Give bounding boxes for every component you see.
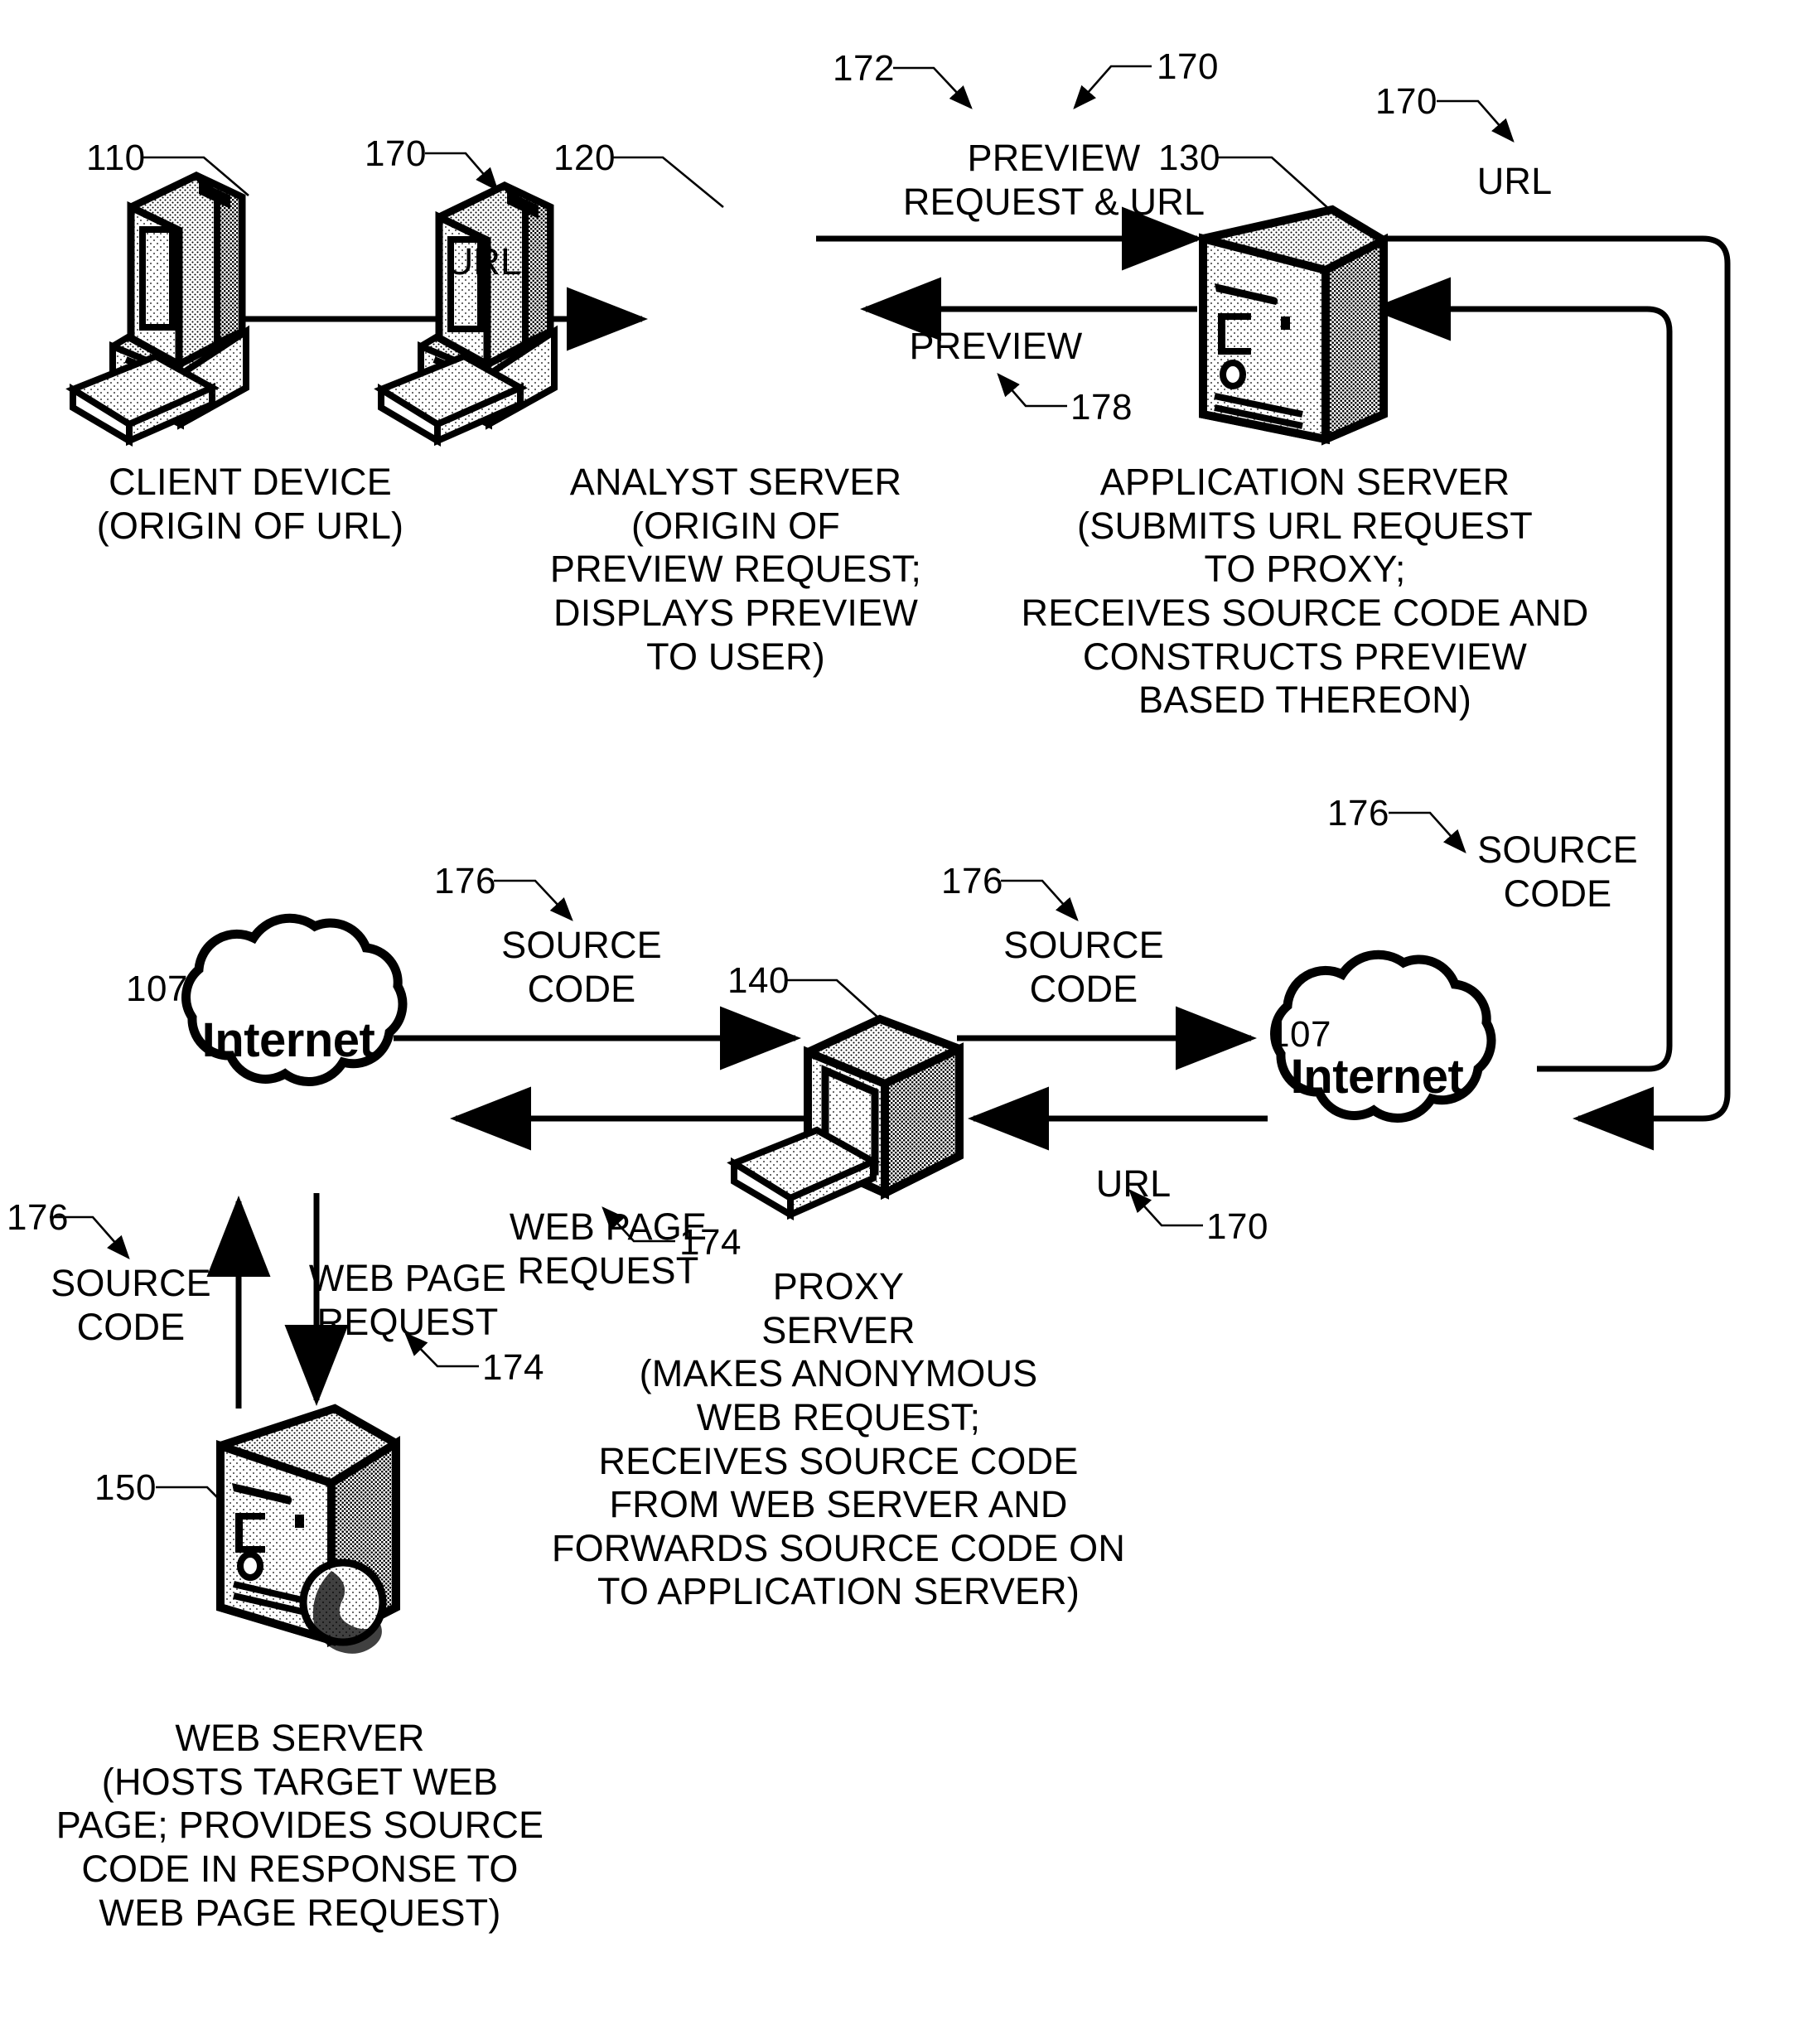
leader-172 [893, 66, 973, 109]
refnum-178: 178 [1070, 387, 1133, 428]
refnum-172: 172 [833, 48, 895, 89]
flow-label-url-app-internet: URL [1476, 160, 1553, 202]
leader-178 [997, 373, 1067, 408]
leader-176-left [494, 879, 573, 921]
leader-176-farright [1389, 811, 1466, 853]
refnum-176-left: 176 [434, 861, 496, 901]
patent-figure: 110 120 130 140 150 107 107 170 172 170 … [0, 0, 1807, 2044]
caption-analyst-server: ANALYST SERVER (ORIGIN OF PREVIEW REQUES… [549, 461, 922, 678]
refnum-170-topleft: 170 [365, 133, 427, 174]
refnum-170-bottom: 170 [1206, 1206, 1268, 1247]
tower-server-icon-application [1199, 205, 1388, 446]
refnum-170-topmid: 170 [1157, 46, 1219, 87]
flow-label-preview: PREVIEW [909, 325, 1083, 367]
desktop-computer-icon-analyst [374, 181, 558, 447]
caption-client-device: CLIENT DEVICE (ORIGIN OF URL) [96, 461, 404, 547]
flow-label-source-code-mid: SOURCE CODE [1003, 924, 1164, 1010]
refnum-176-farright: 176 [1327, 793, 1389, 834]
caption-application-server: APPLICATION SERVER (SUBMITS URL REQUEST … [1021, 461, 1589, 722]
leader-176-mid [1001, 879, 1079, 921]
refnum-110: 110 [86, 138, 146, 178]
refnum-107-left: 107 [126, 969, 188, 1009]
tower-server-globe-icon-web [216, 1404, 400, 1654]
flow-label-preview-request-url: PREVIEW REQUEST & URL [902, 137, 1205, 223]
refnum-176-mid: 176 [941, 861, 1003, 901]
flow-label-source-code-left: SOURCE CODE [501, 924, 662, 1010]
internet-label-left: Internet [201, 1013, 375, 1067]
desktop-computer-icon-client [65, 172, 249, 447]
leader-110 [143, 156, 249, 196]
refnum-150: 150 [94, 1467, 157, 1508]
caption-proxy-server: PROXY SERVER (MAKES ANONYMOUS WEB REQUES… [551, 1265, 1126, 1613]
leader-170-topleft [425, 152, 499, 191]
refnum-170-topright: 170 [1375, 81, 1437, 122]
flow-label-url-bottom: URL [1095, 1162, 1172, 1205]
flow-label-url-client-analyst: URL [446, 240, 522, 283]
caption-web-server: WEB SERVER (HOSTS TARGET WEB PAGE; PROVI… [56, 1717, 544, 1934]
refnum-174-webserver: 174 [482, 1347, 544, 1388]
refnum-140: 140 [727, 960, 790, 1001]
leader-130 [1215, 156, 1331, 210]
crt-monitor-keyboard-icon-proxy [727, 1014, 964, 1220]
leader-170-topmid [1073, 65, 1152, 109]
leader-170-topright [1437, 99, 1515, 143]
flow-label-source-code-bottomleft: SOURCE CODE [51, 1262, 211, 1348]
flow-label-web-page-request-webserver: WEB PAGE REQUEST [308, 1257, 507, 1343]
leader-120 [611, 156, 724, 209]
internet-label-right: Internet [1290, 1050, 1464, 1104]
refnum-176-bottomleft: 176 [7, 1197, 69, 1238]
flow-label-source-code-far-right: SOURCE CODE [1477, 829, 1638, 915]
leader-150 [156, 1486, 258, 1538]
refnum-120: 120 [553, 138, 616, 178]
leader-140 [787, 979, 881, 1020]
